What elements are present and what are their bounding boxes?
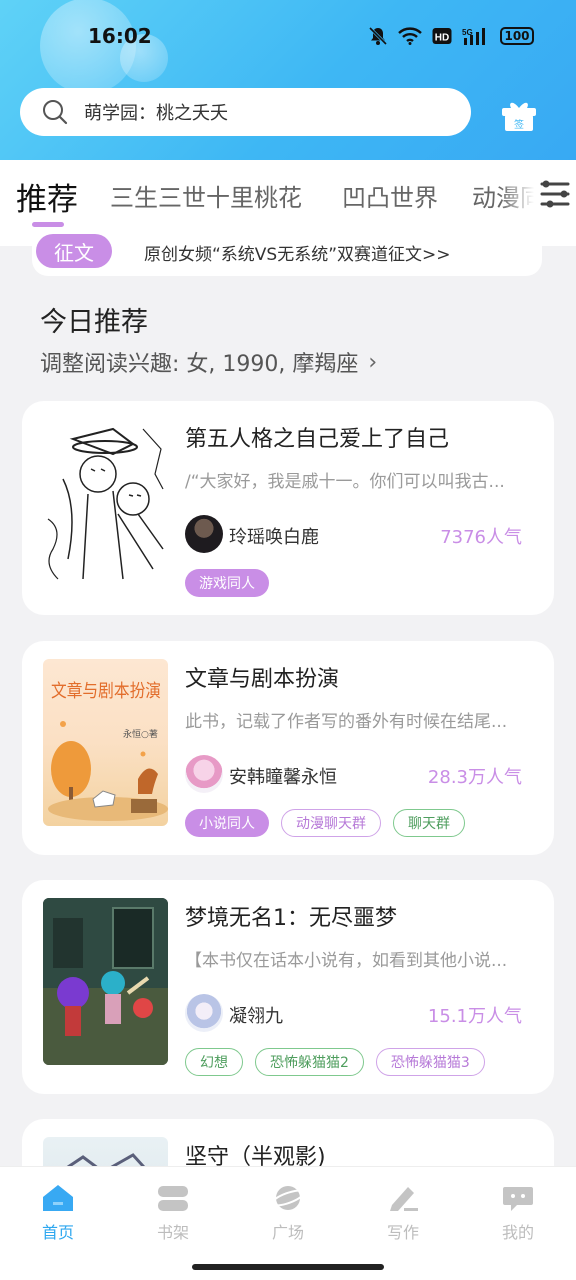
pen-icon <box>390 1187 418 1211</box>
author-name: 凝翎九 <box>229 1006 283 1027</box>
popularity-count: 15.1万人气 <box>427 1006 522 1027</box>
status-time: 16:02 <box>88 24 152 48</box>
contest-banner[interactable]: 征文 原创女频“系统VS无系统”双赛道征文>> <box>32 230 542 276</box>
home-icon <box>43 1185 73 1211</box>
interest-text: 调整阅读兴趣: 女, 1990, 摩羯座 <box>40 352 359 377</box>
signal-5g-icon: 5G <box>462 28 485 45</box>
nav-home-label: 首页 <box>41 1223 74 1242</box>
section-title: 今日推荐 <box>40 307 148 338</box>
author-avatar <box>185 515 223 553</box>
wifi-icon <box>398 27 422 45</box>
contest-tag: 征文 <box>36 234 112 268</box>
tab-active-indicator <box>32 222 64 227</box>
home-indicator <box>192 1264 384 1270</box>
nav-home[interactable]: 首页 <box>18 1183 98 1243</box>
tag[interactable]: 恐怖躲猫猫2 <box>255 1048 364 1076</box>
book-title: 文章与剧本扮演 <box>185 667 340 692</box>
tabs-menu-icon[interactable] <box>540 180 572 208</box>
nav-mine[interactable]: 我的 <box>478 1183 558 1243</box>
tag[interactable]: 恐怖躲猫猫3 <box>375 1048 485 1076</box>
book-card[interactable]: 第五人格之自己爱上了自己 /“大家好，我是戚十一。你们可以叫我古... 玲瑶唤白… <box>22 401 554 615</box>
nav-square-label: 广场 <box>271 1223 304 1242</box>
hd-icon: HD <box>432 28 452 44</box>
author-avatar <box>185 994 223 1032</box>
sign-in-gift-icon[interactable]: 签 <box>500 98 538 132</box>
tag[interactable]: 游戏同人 <box>185 569 269 597</box>
book-cover <box>43 419 168 586</box>
tab-sansheng[interactable]: 三生三世十里桃花 <box>110 178 302 213</box>
nav-square[interactable]: 广场 <box>248 1183 328 1243</box>
cover-title-1: 文章与剧本扮演 <box>51 681 161 702</box>
author-avatar <box>185 755 223 793</box>
header: 16:02 HD 5G 100 萌学园：桃之夭夭 签 <box>0 0 576 160</box>
tag[interactable]: 幻想 <box>185 1048 243 1076</box>
tag[interactable]: 动漫聊天群 <box>281 809 381 837</box>
sketch-illustration <box>43 419 168 586</box>
book-card[interactable]: 文章与剧本扮演 永恒○著 文章与剧本扮演 此书，记载了作者写的番外有时候在结尾.… <box>22 641 554 855</box>
popularity-count: 28.3万人气 <box>427 767 522 788</box>
book-description: 【本书仅在话本小说有，如看到其他小说... <box>185 951 508 971</box>
book-title: 第五人格之自己爱上了自己 <box>185 427 450 452</box>
status-icons: HD 5G 100 <box>368 26 534 46</box>
tag[interactable]: 聊天群 <box>393 809 465 837</box>
search-placeholder: 萌学园：桃之夭夭 <box>84 103 228 124</box>
tag[interactable]: 小说同人 <box>185 809 269 837</box>
svg-text:HD: HD <box>435 33 449 44</box>
tag-list: 小说同人 动漫聊天群 聊天群 <box>185 809 465 837</box>
planet-icon <box>271 1186 305 1210</box>
tab-recommend[interactable]: 推荐 <box>16 174 78 219</box>
tag-list: 幻想 恐怖躲猫猫2 恐怖躲猫猫3 <box>185 1048 485 1076</box>
nav-bookshelf-label: 书架 <box>156 1223 189 1242</box>
book-description: 此书，记载了作者写的番外有时候在结尾... <box>185 712 508 732</box>
book-description: /“大家好，我是戚十一。你们可以叫我古... <box>185 472 505 492</box>
bookshelf-icon <box>158 1186 188 1211</box>
tag-list: 游戏同人 <box>185 569 269 597</box>
mute-bell-icon <box>368 26 388 46</box>
book-cover <box>43 898 168 1065</box>
gift-label: 签 <box>514 118 524 131</box>
contest-text: 原创女频“系统VS无系统”双赛道征文>> <box>144 245 451 265</box>
bottom-navigation: 首页 书架 广场 写作 我的 <box>0 1166 576 1280</box>
nav-write-label: 写作 <box>386 1223 419 1242</box>
tab-aotu[interactable]: 凹凸世界 <box>342 178 438 213</box>
popularity-count: 7376人气 <box>440 527 522 548</box>
nav-bookshelf[interactable]: 书架 <box>133 1183 213 1243</box>
author-name: 玲瑶唤白鹿 <box>229 527 319 548</box>
chevron-right-icon: › <box>368 349 378 375</box>
book-title: 梦境无名1：无尽噩梦 <box>185 906 397 931</box>
chat-bubble-icon <box>503 1187 533 1211</box>
book-card[interactable]: 梦境无名1：无尽噩梦 【本书仅在话本小说有，如看到其他小说... 凝翎九 15.… <box>22 880 554 1094</box>
battery-icon: 100 <box>500 27 534 45</box>
nav-mine-label: 我的 <box>501 1223 534 1242</box>
adjust-interest-link[interactable]: 调整阅读兴趣: 女, 1990, 摩羯座 › <box>40 346 377 378</box>
search-bar[interactable]: 萌学园：桃之夭夭 <box>20 88 471 136</box>
book-cover: 文章与剧本扮演 永恒○著 <box>43 659 168 826</box>
cover-subtitle: 永恒○著 <box>123 728 158 740</box>
search-icon <box>43 100 68 125</box>
nav-write[interactable]: 写作 <box>363 1183 443 1243</box>
author-name: 安韩瞳馨永恒 <box>229 767 337 788</box>
